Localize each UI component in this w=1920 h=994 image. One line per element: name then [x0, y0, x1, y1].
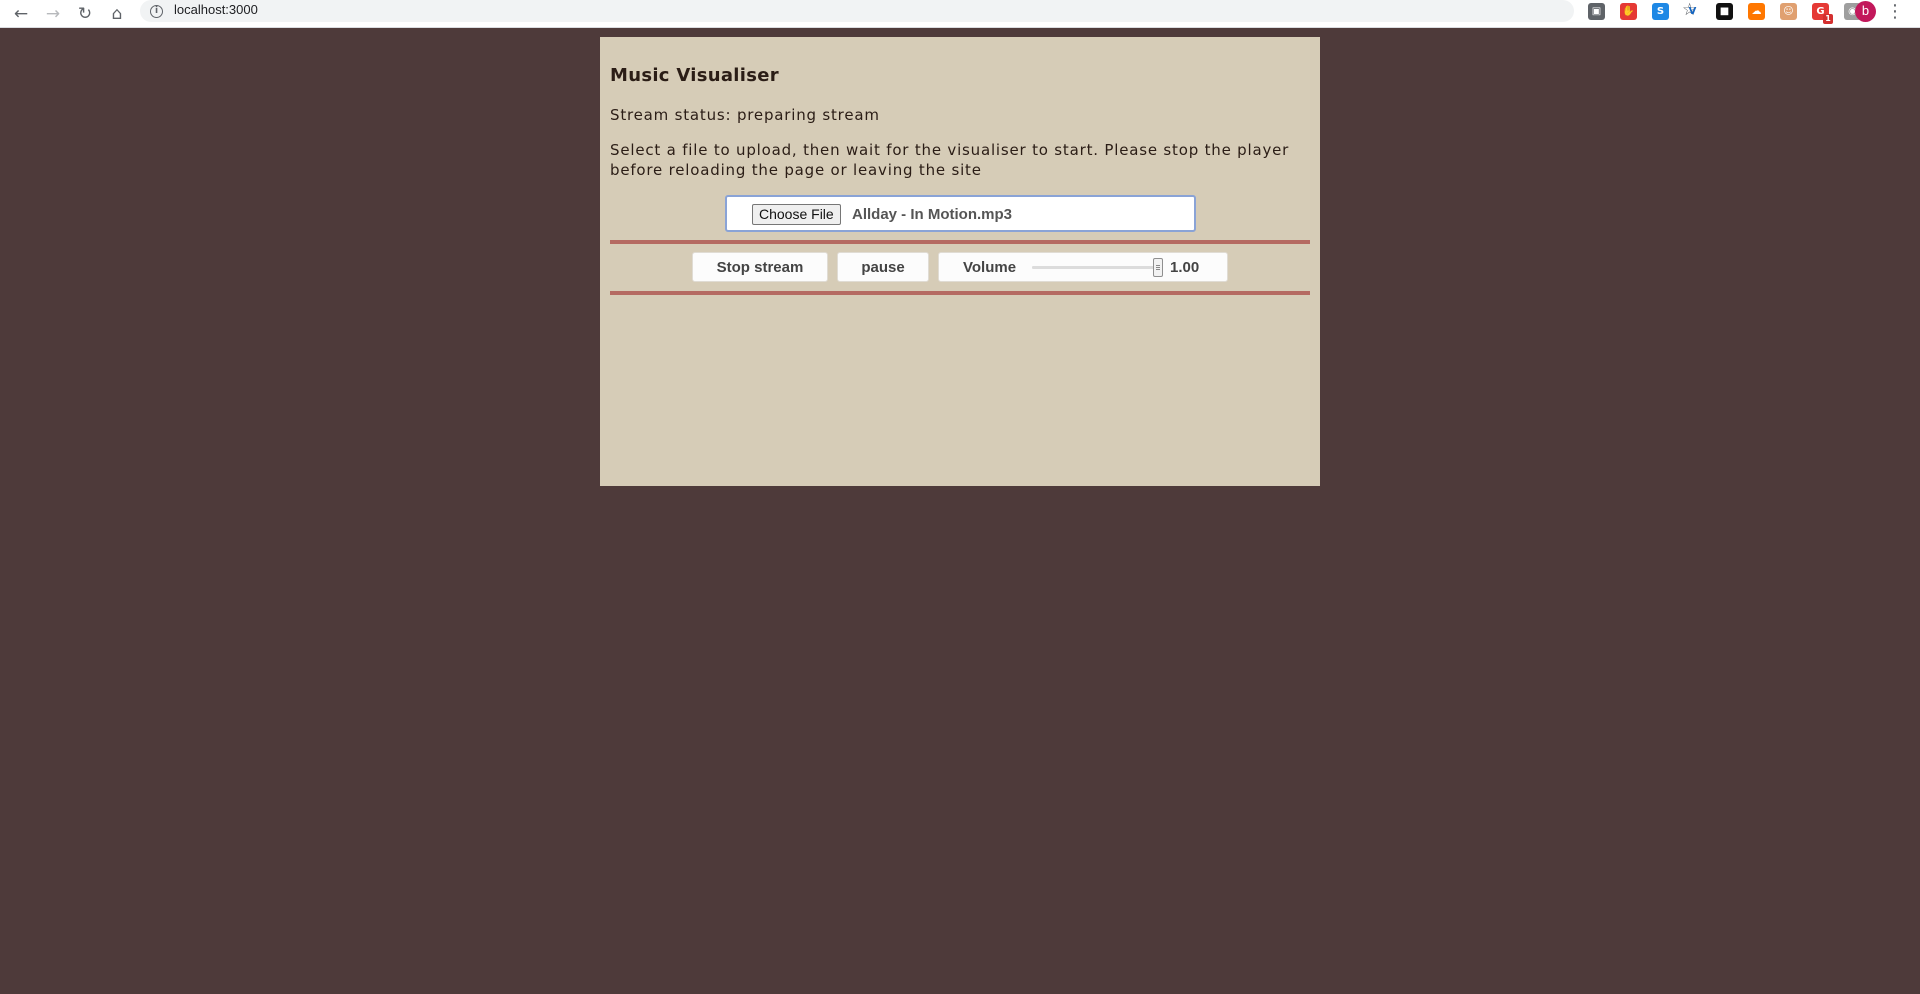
stop-stream-button[interactable]: Stop stream — [692, 252, 828, 282]
instructions-text: Select a file to upload, then wait for t… — [610, 141, 1290, 179]
divider-top — [610, 240, 1310, 244]
dark-extension-icon[interactable]: ■ — [1716, 3, 1733, 20]
profile-avatar[interactable]: b — [1855, 1, 1876, 22]
kebab-menu-icon[interactable]: ⋮ — [1886, 1, 1904, 23]
forward-arrow-icon[interactable]: → — [40, 1, 66, 27]
volume-slider-fill — [1032, 266, 1160, 269]
choose-file-button[interactable]: Choose File — [752, 204, 841, 225]
address-bar[interactable]: i localhost:3000 ☆ — [140, 0, 1697, 22]
soundcloud-extension-icon[interactable]: ☁ — [1748, 3, 1765, 20]
volume-control: Volume 1.00 — [938, 252, 1228, 282]
volume-slider-thumb[interactable] — [1153, 258, 1163, 277]
browser-toolbar: ← → ↻ ⌂ i localhost:3000 ☆ ▣ ✋ S V ■ ☁ ☺ G 1 ◉ b … — [0, 0, 1920, 28]
volume-label: Volume — [963, 259, 1017, 276]
info-icon[interactable]: i — [150, 5, 163, 18]
volume-slider-track[interactable] — [1032, 266, 1160, 269]
alert-extension-icon[interactable]: G1 — [1812, 3, 1833, 24]
pause-button[interactable]: pause — [837, 252, 929, 282]
notification-badge: 1 — [1823, 14, 1833, 24]
vuejs-extension-icon[interactable]: V — [1684, 3, 1701, 20]
notes-extension-icon[interactable]: ▣ — [1588, 3, 1605, 20]
back-arrow-icon[interactable]: ← — [8, 1, 34, 27]
file-input[interactable]: Choose File Allday - In Motion.mp3 — [725, 195, 1196, 232]
divider-bottom — [610, 291, 1310, 295]
reload-icon[interactable]: ↻ — [72, 1, 98, 27]
adblock-extension-icon[interactable]: ✋ — [1620, 3, 1637, 20]
url-text[interactable]: localhost:3000 — [174, 2, 258, 17]
stream-status: Stream status: preparing stream — [610, 106, 880, 124]
page-title: Music Visualiser — [610, 65, 779, 86]
selected-file-name: Allday - In Motion.mp3 — [852, 206, 1012, 223]
volume-value: 1.00 — [1170, 259, 1200, 276]
visualiser-panel: Music Visualiser Stream status: preparin… — [600, 37, 1320, 486]
face-extension-icon[interactable]: ☺ — [1780, 3, 1797, 20]
skype-extension-icon[interactable]: S — [1652, 3, 1669, 20]
home-icon[interactable]: ⌂ — [104, 1, 130, 27]
